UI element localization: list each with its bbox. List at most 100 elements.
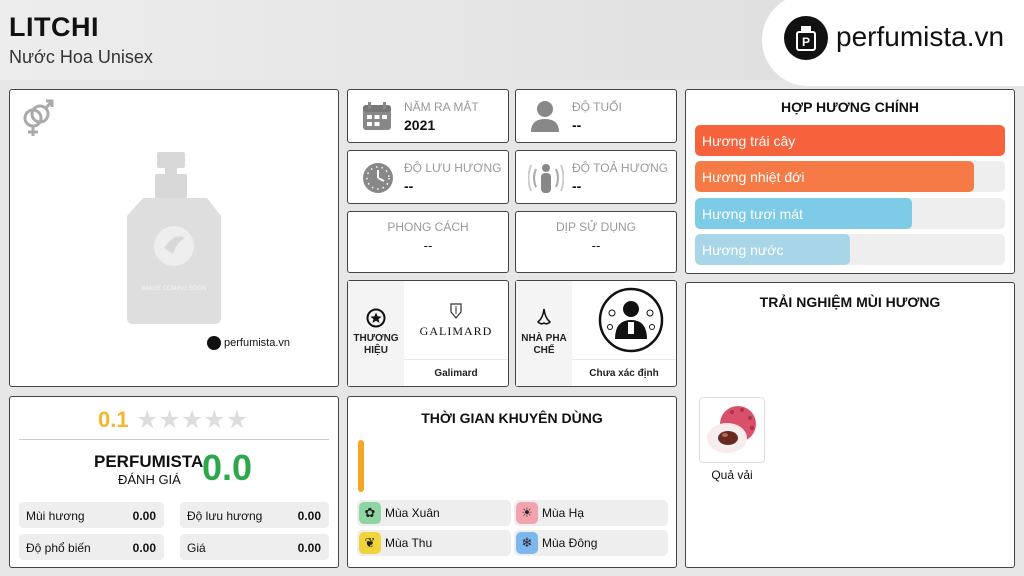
accord-bar[interactable]: Hương nước	[695, 234, 1005, 265]
perfumer-card[interactable]: NHÀ PHA CHẾ Chưa xác định	[515, 280, 677, 387]
page-header: LITCHI Nước Hoa Unisex P perfumista.vn	[0, 0, 1024, 86]
nose-icon	[535, 308, 553, 335]
accord-label: Hương nhiệt đới	[702, 169, 805, 185]
snowflake-icon: ❄	[516, 532, 538, 554]
metric-value: 0.00	[297, 541, 321, 555]
logo-text: perfumista.vn	[836, 21, 1005, 52]
star-icon[interactable]: ★	[158, 406, 180, 434]
image-coming-soon-text: IMAGE COMING SOON	[141, 286, 206, 292]
user-score: 0.1	[98, 407, 129, 432]
sillage-value: --	[572, 178, 582, 194]
rating-metric: Độ lưu hương 0.00	[180, 502, 329, 528]
rating-divider	[19, 439, 329, 440]
main-accords-title: HỢP HƯƠNG CHÍNH	[781, 99, 919, 115]
sun-icon: ☀	[516, 502, 538, 524]
metric-value: 0.00	[297, 509, 321, 523]
sillage-icon	[527, 161, 565, 200]
season-label: Mùa Đông	[542, 536, 598, 550]
metric-value: 0.00	[132, 509, 156, 523]
accord-label: Hương tươi mát	[702, 206, 803, 222]
perfume-subtitle: Nước Hoa Unisex	[9, 47, 153, 67]
perfumista-score: 0.0	[202, 447, 253, 488]
rating-metric: Độ phổ biến 0.00	[19, 534, 164, 560]
perfume-bottle-logo-icon: P	[784, 16, 828, 60]
age-card: ĐỘ TUỔI --	[515, 89, 677, 143]
star-rating[interactable]: ★★★★★	[136, 405, 248, 435]
product-image-card: IMAGE COMING SOON perfumista.vn	[9, 89, 339, 387]
rating-metric: Giá 0.00	[180, 534, 329, 560]
release-year-card: NĂM RA MẮT 2021	[347, 89, 509, 143]
brand-card[interactable]: THƯƠNG HIỆU GALIMARD Galimard	[347, 280, 509, 387]
calendar-icon	[362, 101, 392, 136]
lychee-note-image	[699, 397, 765, 463]
release-year-value: 2021	[404, 117, 436, 133]
perfumer-avatar[interactable]	[598, 287, 664, 358]
season-item[interactable]: ✿ Mùa Xuân	[357, 500, 511, 526]
metric-value: 0.00	[132, 541, 156, 555]
star-icon[interactable]: ★	[181, 406, 203, 434]
perfumer-label: NHÀ PHA CHẾ	[521, 333, 567, 356]
accord-bar[interactable]: Hương nhiệt đới	[695, 161, 1005, 192]
evaluation-label: ĐÁNH GIÁ	[118, 472, 181, 487]
gender-unisex-icon	[19, 98, 55, 143]
season-label: Mùa Hạ	[542, 506, 585, 520]
occasion-card: DỊP SỬ DỤNG --	[515, 211, 677, 273]
star-icon[interactable]: ★	[226, 406, 248, 434]
style-card: PHONG CÁCH --	[347, 211, 509, 273]
release-year-label: NĂM RA MẮT	[404, 100, 479, 114]
rating-card: 0.1 ★★★★★ PERFUMISTA ĐÁNH GIÁ 0.0 Mùi hư…	[9, 396, 339, 568]
perfumista-label: PERFUMISTA	[94, 452, 204, 471]
brand-crest-icon	[449, 303, 463, 324]
sillage-label: ĐỘ TOẢ HƯƠNG	[572, 161, 669, 175]
brand-side: THƯƠNG HIỆU	[348, 281, 404, 386]
scent-experience-card: TRẢI NGHIỆM MÙI HƯƠNG Quả vải	[685, 282, 1015, 568]
longevity-card: ĐỘ LƯU HƯƠNG --	[347, 150, 509, 204]
leaf-icon: ❦	[359, 532, 381, 554]
recommended-time-card: THỜI GIAN KHUYÊN DÙNG ✿ Mùa Xuân ☀ Mùa Hạ ❦ M…	[347, 396, 677, 568]
style-label: PHONG CÁCH	[387, 220, 469, 234]
metric-label: Độ lưu hương	[187, 509, 263, 523]
metric-label: Giá	[187, 541, 206, 555]
rating-metric: Mùi hương 0.00	[19, 502, 164, 528]
brand-label: THƯƠNG HIỆU	[353, 333, 399, 356]
brand-name[interactable]: Galimard	[404, 359, 508, 386]
time-indicator-bar	[358, 440, 364, 492]
site-logo[interactable]: P perfumista.vn	[762, 0, 1024, 86]
star-icon[interactable]: ★	[136, 406, 158, 434]
longevity-label: ĐỘ LƯU HƯƠNG	[404, 161, 502, 175]
note-item[interactable]: Quả vải	[699, 397, 765, 482]
longevity-value: --	[404, 178, 414, 194]
metric-label: Mùi hương	[26, 509, 85, 523]
svg-text:P: P	[802, 35, 810, 49]
occasion-value: --	[591, 238, 601, 253]
star-badge-icon	[366, 308, 386, 333]
perfume-bottle-placeholder: IMAGE COMING SOON	[125, 150, 225, 331]
season-label: Mùa Thu	[385, 536, 433, 550]
sillage-card: ĐỘ TOẢ HƯƠNG --	[515, 150, 677, 204]
brand-logo-text: GALIMARD	[419, 324, 493, 338]
recommended-time-title: THỜI GIAN KHUYÊN DÙNG	[421, 410, 603, 426]
style-value: --	[423, 238, 433, 253]
season-label: Mùa Xuân	[385, 506, 440, 520]
note-label: Quả vải	[711, 468, 753, 482]
accord-label: Hương nước	[702, 242, 784, 258]
age-value: --	[572, 117, 582, 133]
star-icon[interactable]: ★	[203, 406, 225, 434]
person-icon	[530, 100, 560, 137]
flower-icon: ✿	[359, 502, 381, 524]
image-watermark: perfumista.vn	[207, 336, 290, 350]
season-item[interactable]: ☀ Mùa Hạ	[514, 500, 668, 526]
clock-icon	[362, 162, 394, 199]
season-item[interactable]: ❄ Mùa Đông	[514, 530, 668, 556]
accord-bar[interactable]: Hương tươi mát	[695, 198, 1005, 229]
perfume-title: LITCHI	[9, 12, 99, 42]
watermark-bottle-icon	[207, 336, 221, 350]
perfumer-side: NHÀ PHA CHẾ	[516, 281, 572, 386]
occasion-label: DỊP SỬ DỤNG	[555, 220, 637, 234]
perfumer-name[interactable]: Chưa xác định	[572, 359, 676, 386]
brand-logo[interactable]: GALIMARD	[404, 281, 508, 359]
main-accords-card: HỢP HƯƠNG CHÍNH Hương trái cây Hương nhiệ…	[685, 89, 1015, 274]
season-item[interactable]: ❦ Mùa Thu	[357, 530, 511, 556]
accord-bar[interactable]: Hương trái cây	[695, 125, 1005, 156]
age-label: ĐỘ TUỔI	[572, 100, 622, 114]
